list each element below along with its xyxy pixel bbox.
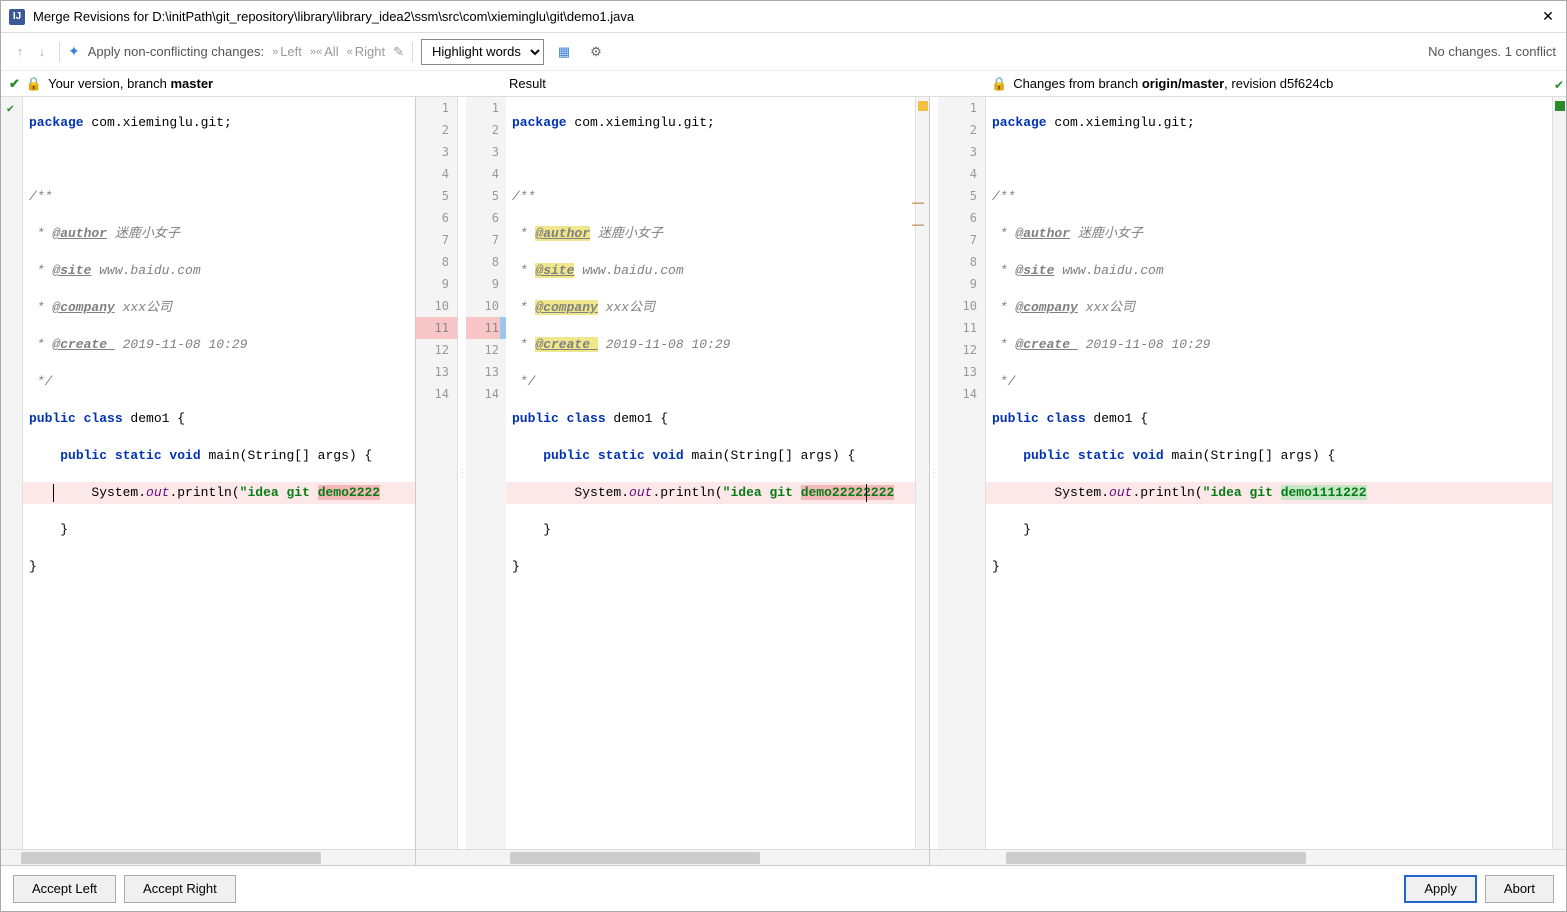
apply-button[interactable]: Apply [1404, 875, 1477, 903]
check-icon: ✔ [1554, 78, 1564, 92]
check-icon: ✔ [9, 76, 20, 92]
accept-right-button[interactable]: Accept Right [124, 875, 236, 903]
highlight-mode-select[interactable]: Highlight words [421, 39, 544, 65]
app-icon: IJ [9, 9, 25, 25]
mid-right-strip: — — [915, 97, 929, 849]
mid-gutter-a: 1234567891011121314 [416, 97, 458, 849]
separator [59, 42, 60, 62]
title-bar: IJ Merge Revisions for D:\initPath\git_r… [1, 1, 1566, 33]
apply-label: Apply non-conflicting changes: [88, 44, 264, 59]
splitter-right[interactable]: ⋮ [930, 97, 938, 849]
mid-scrollbar[interactable] [500, 849, 929, 865]
scrollbar [416, 849, 500, 865]
separator [412, 42, 413, 62]
mid-gutter-b: 1234567891011121314 [466, 97, 500, 849]
left-scrollbar[interactable] [1, 849, 415, 865]
close-icon[interactable]: ✕ [1538, 8, 1558, 25]
magic-resolve-icon[interactable]: ✦ [68, 43, 80, 60]
splitter-left[interactable]: ⋮ [458, 97, 466, 849]
apply-right-button[interactable]: «Right [347, 44, 385, 59]
layout-icon[interactable]: ▦ [552, 40, 576, 64]
lock-icon: 🔒 [991, 76, 1007, 92]
toolbar: ↑ ↓ ✦ Apply non-conflicting changes: »Le… [1, 33, 1566, 71]
result-editor[interactable]: package com.xieminglu.git; /** * @author… [506, 97, 915, 849]
prev-diff-icon[interactable]: ↑ [11, 44, 29, 59]
abort-button[interactable]: Abort [1485, 875, 1554, 903]
right-header: Changes from branch origin/master, revis… [1013, 76, 1333, 91]
right-gutter: 1234567891011121314 [938, 97, 986, 849]
right-strip [1552, 97, 1566, 849]
apply-left-button[interactable]: »Left [272, 44, 302, 59]
accept-left-button[interactable]: Accept Left [13, 875, 116, 903]
window-title: Merge Revisions for D:\initPath\git_repo… [33, 9, 1538, 24]
pane-headers: ✔ 🔒 Your version, branch master Result 🔒… [1, 71, 1566, 97]
lock-icon: 🔒 [26, 76, 42, 92]
footer: Accept Left Accept Right Apply Abort [1, 865, 1566, 911]
left-header: Your version, branch master [48, 76, 213, 91]
right-editor[interactable]: package com.xieminglu.git; /** * @author… [986, 97, 1552, 849]
settings-icon[interactable]: ⚙ [584, 40, 608, 64]
merge-status: No changes. 1 conflict [1428, 44, 1556, 59]
edit-icon[interactable]: ✎ [393, 44, 404, 60]
merge-content: ✔ package com.xieminglu.git; /** * @auth… [1, 97, 1566, 865]
scrollbar [930, 849, 986, 865]
left-editor[interactable]: package com.xieminglu.git; /** * @author… [23, 97, 415, 849]
middle-header: Result [509, 76, 546, 91]
next-diff-icon[interactable]: ↓ [33, 44, 51, 59]
apply-all-button[interactable]: »«All [310, 44, 339, 59]
left-gutter: ✔ [1, 97, 23, 849]
right-scrollbar[interactable] [986, 849, 1566, 865]
